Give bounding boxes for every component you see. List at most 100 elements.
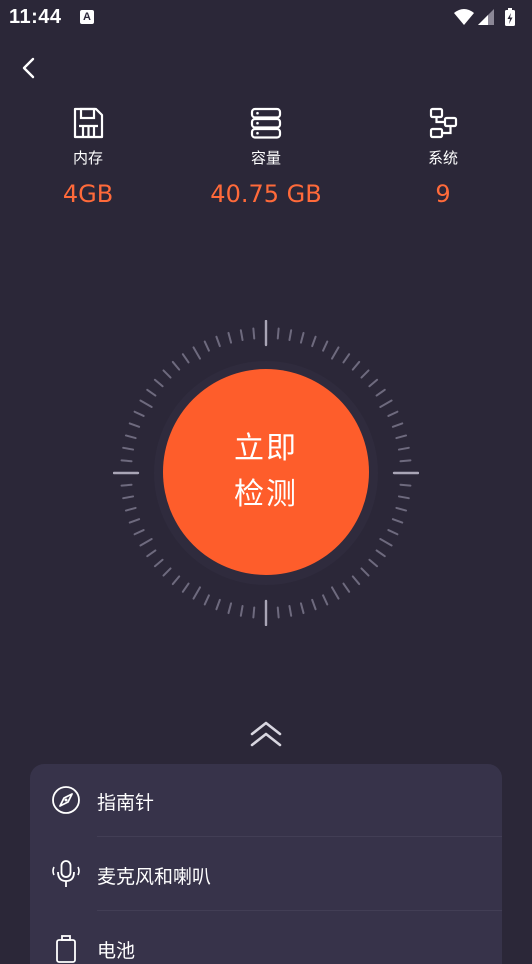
save-icon — [73, 107, 104, 139]
stat-value: 40.75 GB — [210, 180, 322, 208]
dial-tick — [387, 529, 399, 536]
notification-a-icon: A — [80, 10, 94, 24]
dial-tick — [375, 388, 386, 397]
dial-tick — [122, 495, 135, 500]
detect-button-line2: 检测 — [234, 477, 298, 512]
dial-tick — [122, 446, 135, 451]
dial-tick — [128, 518, 141, 524]
dial-tick — [192, 586, 201, 600]
dial-tick — [139, 399, 153, 408]
dial-tick — [399, 459, 412, 463]
dial-tick — [342, 353, 351, 364]
network-icon — [429, 107, 458, 139]
chevron-left-icon[interactable] — [14, 54, 44, 84]
status-icons — [454, 8, 515, 26]
dial-tick — [368, 558, 379, 568]
dial-tick — [399, 483, 412, 487]
dial-tick — [215, 335, 221, 348]
dial-tick — [351, 575, 361, 586]
stat-system: 系统 9 — [363, 105, 523, 208]
dial-tick — [162, 369, 172, 379]
dial-tick — [288, 329, 293, 342]
dial-tick — [153, 558, 164, 568]
dial-tick — [162, 567, 172, 577]
dial-tick — [397, 446, 410, 451]
dial-tick — [171, 575, 181, 586]
device-stats: 内存 4GB 容量 40.75 GB 系统 9 — [0, 105, 532, 215]
battery-charging-icon — [505, 8, 515, 26]
dial-tick — [133, 529, 145, 536]
dial-tick — [299, 331, 305, 344]
dial-tick — [128, 422, 141, 428]
stat-memory: 内存 4GB — [8, 105, 168, 208]
stat-label: 系统 — [427, 149, 458, 167]
dial-tick — [331, 346, 340, 360]
dial-tick — [322, 340, 329, 352]
dial-tick — [124, 506, 137, 512]
storage-icon — [250, 107, 282, 139]
detect-now-button[interactable]: 立即 检测 — [163, 369, 369, 575]
list-item-compass[interactable]: 指南针 — [30, 764, 502, 837]
dial-tick — [379, 538, 393, 547]
divider — [97, 836, 502, 837]
dial-tick — [397, 495, 410, 500]
microphone-icon — [52, 860, 80, 887]
dial-tick — [311, 598, 317, 611]
dial-tick — [227, 331, 233, 344]
dial-tick — [360, 567, 370, 577]
dial-tick — [192, 346, 201, 360]
dial-tick — [215, 598, 221, 611]
dial-tick — [276, 606, 280, 619]
dial-tick — [391, 518, 404, 524]
dial-tick — [375, 549, 386, 558]
status-bar: 11:44 A — [0, 0, 532, 36]
detect-button-line1: 立即 — [234, 431, 298, 466]
dial-tick — [368, 378, 379, 388]
double-chevron-up-icon[interactable] — [248, 718, 284, 750]
dial-tick — [239, 329, 244, 342]
list-item-label: 电池 — [97, 940, 136, 962]
dial-tick — [252, 327, 256, 340]
status-time: 11:44 — [9, 6, 62, 28]
dial-tick — [203, 594, 210, 606]
dial-tick — [133, 410, 145, 417]
dial-tick — [395, 506, 408, 512]
list-item-microphone[interactable]: 麦克风和喇叭 — [30, 838, 502, 911]
dial-tick — [171, 360, 181, 371]
dial-tick — [342, 582, 351, 593]
dial-tick — [387, 410, 399, 417]
dial-tick — [153, 378, 164, 388]
list-item-label: 麦克风和喇叭 — [97, 866, 212, 888]
dial-tick — [181, 353, 190, 364]
dial-tick — [322, 594, 329, 606]
list-item-label: 指南针 — [97, 792, 155, 814]
dial-tick — [395, 434, 408, 440]
test-list-panel: 指南针 麦克风和喇叭 电池 — [30, 764, 502, 964]
dial-tick — [276, 327, 280, 340]
stat-storage: 容量 40.75 GB — [186, 105, 346, 208]
dial-tick — [360, 369, 370, 379]
compass-icon — [52, 786, 80, 814]
divider — [97, 910, 502, 911]
dial-tick — [124, 434, 137, 440]
dial-tick — [331, 586, 340, 600]
dial-tick — [379, 399, 393, 408]
stat-label: 内存 — [72, 149, 103, 167]
battery-icon — [56, 935, 76, 963]
stat-value: 9 — [435, 180, 451, 208]
dial-tick — [120, 483, 133, 487]
stat-value: 4GB — [62, 180, 114, 208]
dial-tick — [120, 459, 133, 463]
dial-tick — [181, 582, 190, 593]
dial-tick — [288, 604, 293, 617]
list-item-battery[interactable]: 电池 — [30, 912, 502, 964]
dial-tick — [203, 340, 210, 352]
dial-tick — [146, 549, 157, 558]
dial-tick — [227, 602, 233, 615]
dial-tick — [252, 606, 256, 619]
dial-tick — [391, 422, 404, 428]
wifi-icon — [454, 9, 474, 25]
stat-label: 容量 — [250, 149, 281, 167]
dial-tick — [299, 602, 305, 615]
dial-tick — [311, 335, 317, 348]
